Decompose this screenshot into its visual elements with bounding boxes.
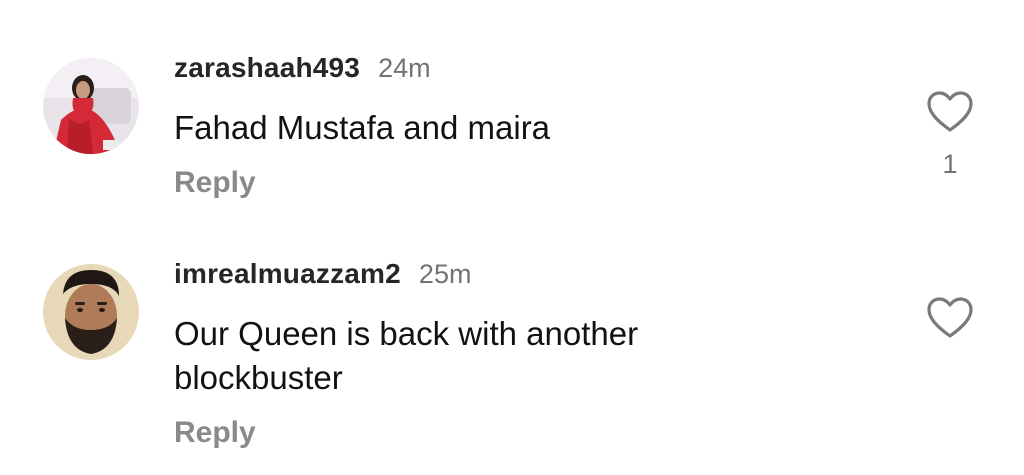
comment-text: Fahad Mustafa and maira (174, 109, 551, 146)
avatar[interactable] (43, 264, 139, 360)
like-area (924, 296, 976, 345)
reply-button[interactable]: Reply (174, 166, 256, 200)
comment-meta: zarashaah493 24m (174, 52, 874, 92)
timestamp: 25m (418, 259, 472, 289)
avatar[interactable] (43, 58, 139, 154)
comment-text: Our Queen is back with another blockbust… (174, 315, 639, 396)
heart-outline-icon[interactable] (926, 90, 974, 134)
profile-photo-icon (43, 264, 139, 360)
username[interactable]: zarashaah493 (174, 52, 360, 84)
comment-meta: imrealmuazzam2 25m (174, 258, 874, 298)
comment-body: imrealmuazzam2 25m Our Queen is back wit… (174, 258, 874, 450)
profile-photo-icon (43, 58, 139, 154)
username[interactable]: imrealmuazzam2 (174, 258, 401, 290)
comment-body: zarashaah493 24m Fahad Mustafa and maira… (174, 52, 874, 200)
heart-outline-icon[interactable] (926, 296, 974, 340)
like-count: 1 (942, 149, 958, 179)
comment-item: zarashaah493 24m Fahad Mustafa and maira… (0, 0, 1024, 230)
timestamp: 24m (378, 53, 431, 83)
comment-item: imrealmuazzam2 25m Our Queen is back wit… (0, 230, 1024, 475)
reply-button[interactable]: Reply (174, 416, 256, 450)
like-area: 1 (924, 90, 976, 180)
